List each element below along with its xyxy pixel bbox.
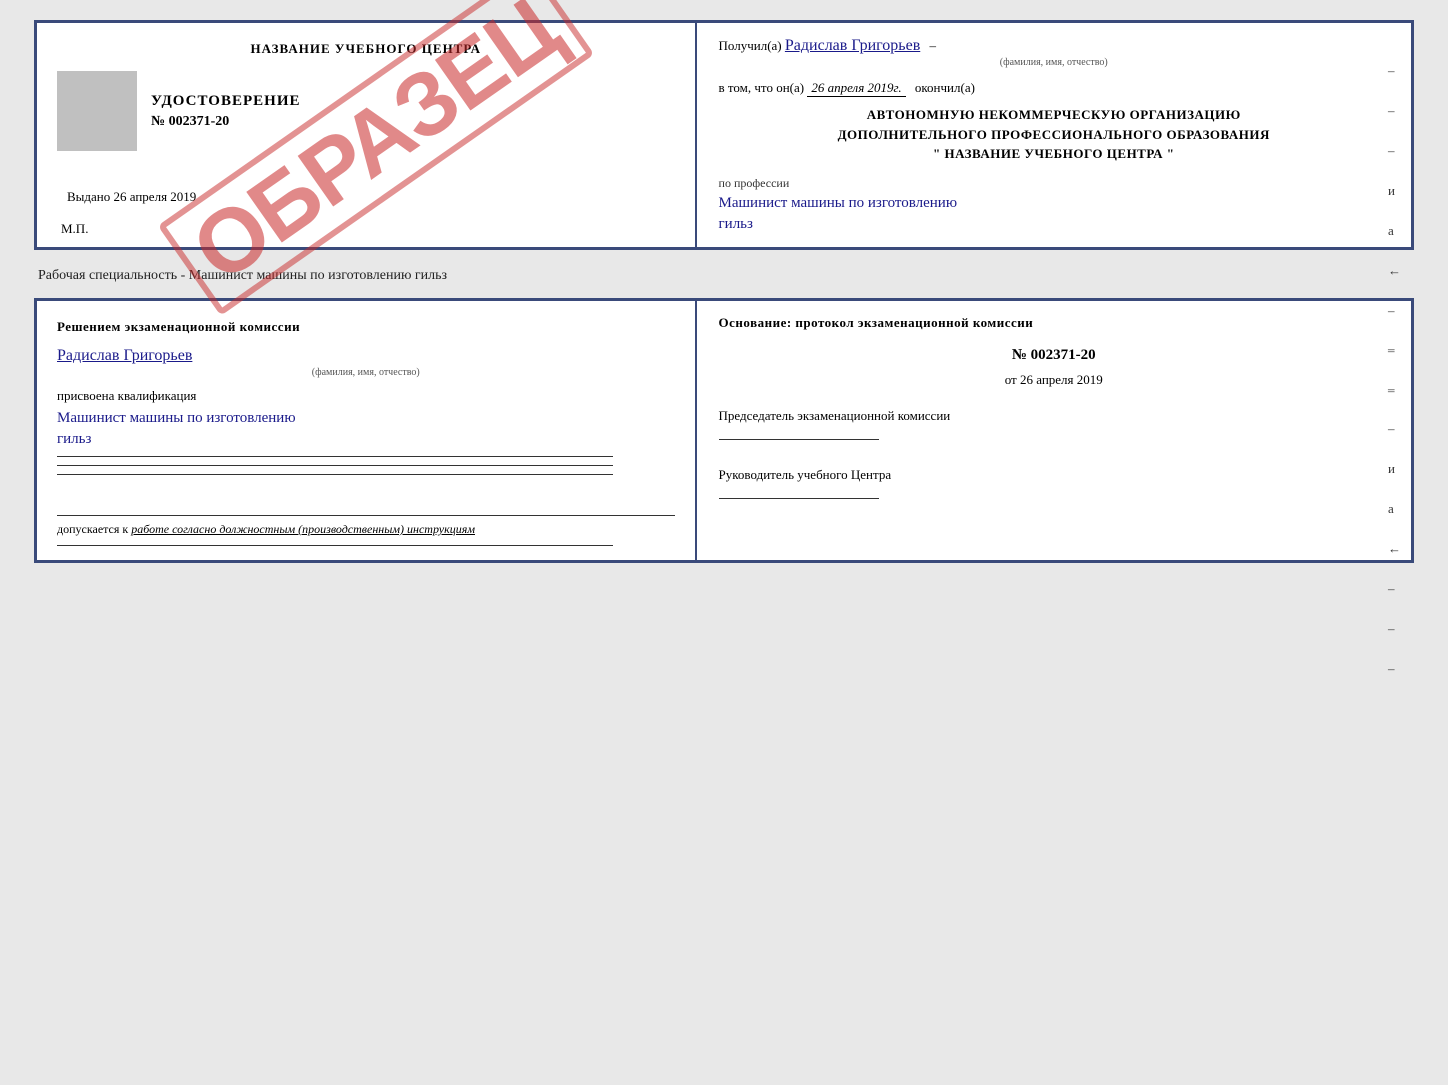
prisvoyena-label: присвоена квалификация: [57, 388, 675, 404]
poluchil-label: Получил(а): [719, 38, 782, 53]
cert-number: № 002371-20: [151, 114, 301, 130]
stamp-area: УДОСТОВЕРЕНИЕ № 002371-20: [57, 71, 675, 151]
cert-left: НАЗВАНИЕ УЧЕБНОГО ЦЕНТРА УДОСТОВЕРЕНИЕ №…: [37, 23, 697, 247]
decision-title: Решением экзаменационной комиссии: [57, 319, 675, 335]
dopuskaetsya-label: допускается к: [57, 522, 128, 536]
cert-bottom-right: Основание: протокол экзаменационной коми…: [697, 301, 1411, 560]
b-dash-2: –: [1388, 381, 1401, 397]
vtom-date: 26 апреля 2019г.: [807, 80, 905, 97]
recipient-name-top: Радислав Григорьев: [785, 37, 920, 54]
org-line2: ДОПОЛНИТЕЛЬНОГО ПРОФЕССИОНАЛЬНОГО ОБРАЗО…: [719, 125, 1389, 145]
osnovaniye-title: Основание: протокол экзаменационной коми…: [719, 315, 1389, 331]
predsedatel-sign-line: [719, 439, 879, 440]
org-block: АВТОНОМНУЮ НЕКОММЕРЧЕСКУЮ ОРГАНИЗАЦИЮ ДО…: [719, 105, 1389, 164]
qualification-text: Машинист машины по изготовлению гильз: [57, 408, 675, 450]
profession-name-top: Машинист машины по изготовлению гильз: [719, 193, 1389, 235]
ot-date: от 26 апреля 2019: [719, 372, 1389, 388]
dash-1: –: [1388, 63, 1401, 79]
rukovoditel-label: Руководитель учебного Центра: [719, 465, 1389, 485]
org-line1: АВТОНОМНУЮ НЕКОММЕРЧЕСКУЮ ОРГАНИЗАЦИЮ: [719, 105, 1389, 125]
poluchil-line: Получил(а) Радислав Григорьев – (фамилия…: [719, 37, 1389, 68]
protocol-number: № 002371-20: [719, 347, 1389, 364]
separator-text: Рабочая специальность - Машинист машины …: [38, 268, 1414, 284]
dash-4: и: [1388, 183, 1401, 199]
rukovoditel-sign-line: [719, 498, 879, 499]
vtom-line: в том, что он(а) 26 апреля 2019г. окончи…: [719, 80, 1389, 97]
b-dash-3: –: [1388, 421, 1401, 437]
org-line3: " НАЗВАНИЕ УЧЕБНОГО ЦЕНТРА ": [719, 144, 1389, 164]
b-dash-7: –: [1388, 581, 1401, 597]
dash-5: а: [1388, 223, 1401, 239]
right-side-dashes-bottom: – – – и а ← – – –: [1388, 341, 1401, 677]
vibdano-date: 26 апреля 2019: [114, 189, 197, 204]
cert-bottom-left: Решением экзаменационной комиссии Радисл…: [37, 301, 697, 560]
dash-6: ←: [1388, 263, 1401, 279]
dash-3: –: [1388, 143, 1401, 159]
b-dash-9: –: [1388, 661, 1401, 677]
ot-label: от: [1005, 372, 1017, 387]
udostoverenie-block: УДОСТОВЕРЕНИЕ № 002371-20: [151, 93, 301, 130]
cert-title: НАЗВАНИЕ УЧЕБНОГО ЦЕНТРА: [57, 41, 675, 57]
udostoverenie-label: УДОСТОВЕРЕНИЕ: [151, 93, 301, 110]
ot-date-value: 26 апреля 2019: [1020, 372, 1103, 387]
document-container: НАЗВАНИЕ УЧЕБНОГО ЦЕНТРА УДОСТОВЕРЕНИЕ №…: [34, 20, 1414, 563]
dash-top: –: [930, 38, 937, 53]
dash-2: –: [1388, 103, 1401, 119]
photo-placeholder: [57, 71, 137, 151]
dopuskaetsya-block: допускается к работе согласно должностны…: [57, 515, 675, 537]
vtom-label: в том, что он(а): [719, 80, 805, 95]
predsedatel-label: Председатель экзаменационной комиссии: [719, 406, 1389, 426]
name-subtitle-top: (фамилия, имя, отчество): [719, 57, 1389, 68]
certificate-bottom: Решением экзаменационной комиссии Радисл…: [34, 298, 1414, 563]
cert-right: Получил(а) Радислав Григорьев – (фамилия…: [697, 23, 1411, 247]
b-dash-8: –: [1388, 621, 1401, 637]
dopusk-text: работе согласно должностным (производств…: [131, 522, 475, 536]
b-dash-4: и: [1388, 461, 1401, 477]
certificate-top: НАЗВАНИЕ УЧЕБНОГО ЦЕНТРА УДОСТОВЕРЕНИЕ №…: [34, 20, 1414, 250]
b-dash-1: –: [1388, 341, 1401, 357]
vibdano-label: Выдано: [67, 189, 110, 204]
mp-line: М.П.: [57, 221, 675, 237]
b-dash-5: а: [1388, 501, 1401, 517]
predsedatel-block: Председатель экзаменационной комиссии: [719, 406, 1389, 445]
vibdano-line: Выдано 26 апреля 2019: [57, 189, 675, 205]
okончил-label: окончил(а): [915, 80, 975, 95]
profession-label: по профессии: [719, 176, 1389, 191]
name-subtitle-bottom: (фамилия, имя, отчество): [57, 367, 675, 378]
rukovoditel-block: Руководитель учебного Центра: [719, 465, 1389, 504]
b-dash-6: ←: [1388, 541, 1401, 557]
recipient-name-bottom: Радислав Григорьев: [57, 347, 675, 365]
